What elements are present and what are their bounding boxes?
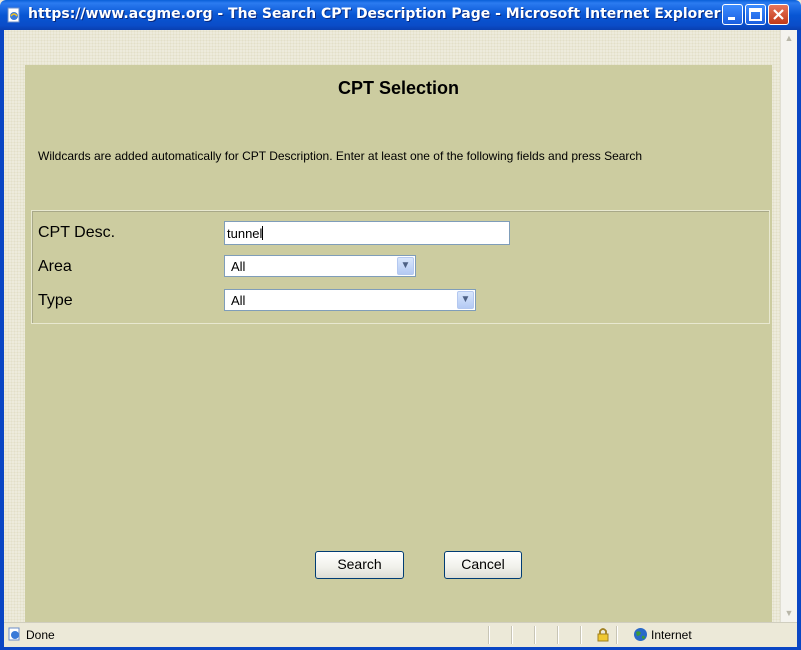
minimize-icon (728, 17, 735, 20)
area-select[interactable]: All ▼ (224, 255, 416, 277)
cpt-desc-value: tunnel (227, 226, 263, 241)
cancel-button[interactable]: Cancel (444, 551, 522, 579)
browser-window: https://www.acgme.org - The Search CPT D… (0, 0, 801, 650)
window-title: https://www.acgme.org - The Search CPT D… (28, 6, 721, 22)
instructions-text: Wildcards are added automatically for CP… (38, 149, 643, 163)
status-divider (511, 626, 513, 644)
title-bar[interactable]: https://www.acgme.org - The Search CPT D… (0, 0, 801, 30)
ie-done-icon (8, 627, 20, 641)
lock-icon[interactable] (596, 627, 610, 642)
area-selected-value: All (231, 259, 246, 274)
status-divider (616, 626, 618, 644)
status-divider (488, 626, 490, 644)
cpt-desc-input[interactable]: tunnel (224, 221, 510, 245)
chevron-down-icon[interactable]: ▼ (457, 291, 474, 309)
cpt-desc-label: CPT Desc. (38, 224, 116, 241)
status-text: Done (26, 628, 55, 642)
maximize-button[interactable] (745, 4, 766, 25)
scroll-up-icon[interactable]: ▲ (781, 30, 797, 47)
vertical-scrollbar[interactable]: ▲ ▼ (780, 30, 797, 622)
ie-page-icon (7, 7, 20, 23)
page-content: ▲ ▼ CPT Selection Wildcards are added au… (4, 30, 797, 631)
minimize-button[interactable] (722, 4, 743, 25)
page-title: CPT Selection (337, 78, 460, 98)
type-label: Type (38, 292, 73, 309)
search-button[interactable]: Search (315, 551, 404, 579)
scroll-down-icon[interactable]: ▼ (781, 605, 797, 622)
window-border-right (797, 30, 801, 650)
globe-icon (634, 628, 647, 641)
close-icon (773, 9, 784, 20)
close-button[interactable] (768, 4, 789, 25)
security-zone-text: Internet (651, 628, 692, 642)
status-bar: Done Internet (4, 622, 797, 647)
area-label: Area (38, 258, 72, 275)
chevron-down-icon[interactable]: ▼ (397, 257, 414, 275)
status-divider (534, 626, 536, 644)
type-select[interactable]: All ▼ (224, 289, 476, 311)
maximize-icon (749, 8, 762, 21)
search-fields-group: CPT Desc. tunnel Area All ▼ Type All ▼ (31, 210, 770, 324)
type-selected-value: All (231, 293, 246, 308)
status-divider (557, 626, 559, 644)
text-caret (262, 226, 264, 240)
status-divider (580, 626, 582, 644)
cpt-selection-panel: CPT Selection Wildcards are added automa… (25, 65, 772, 631)
